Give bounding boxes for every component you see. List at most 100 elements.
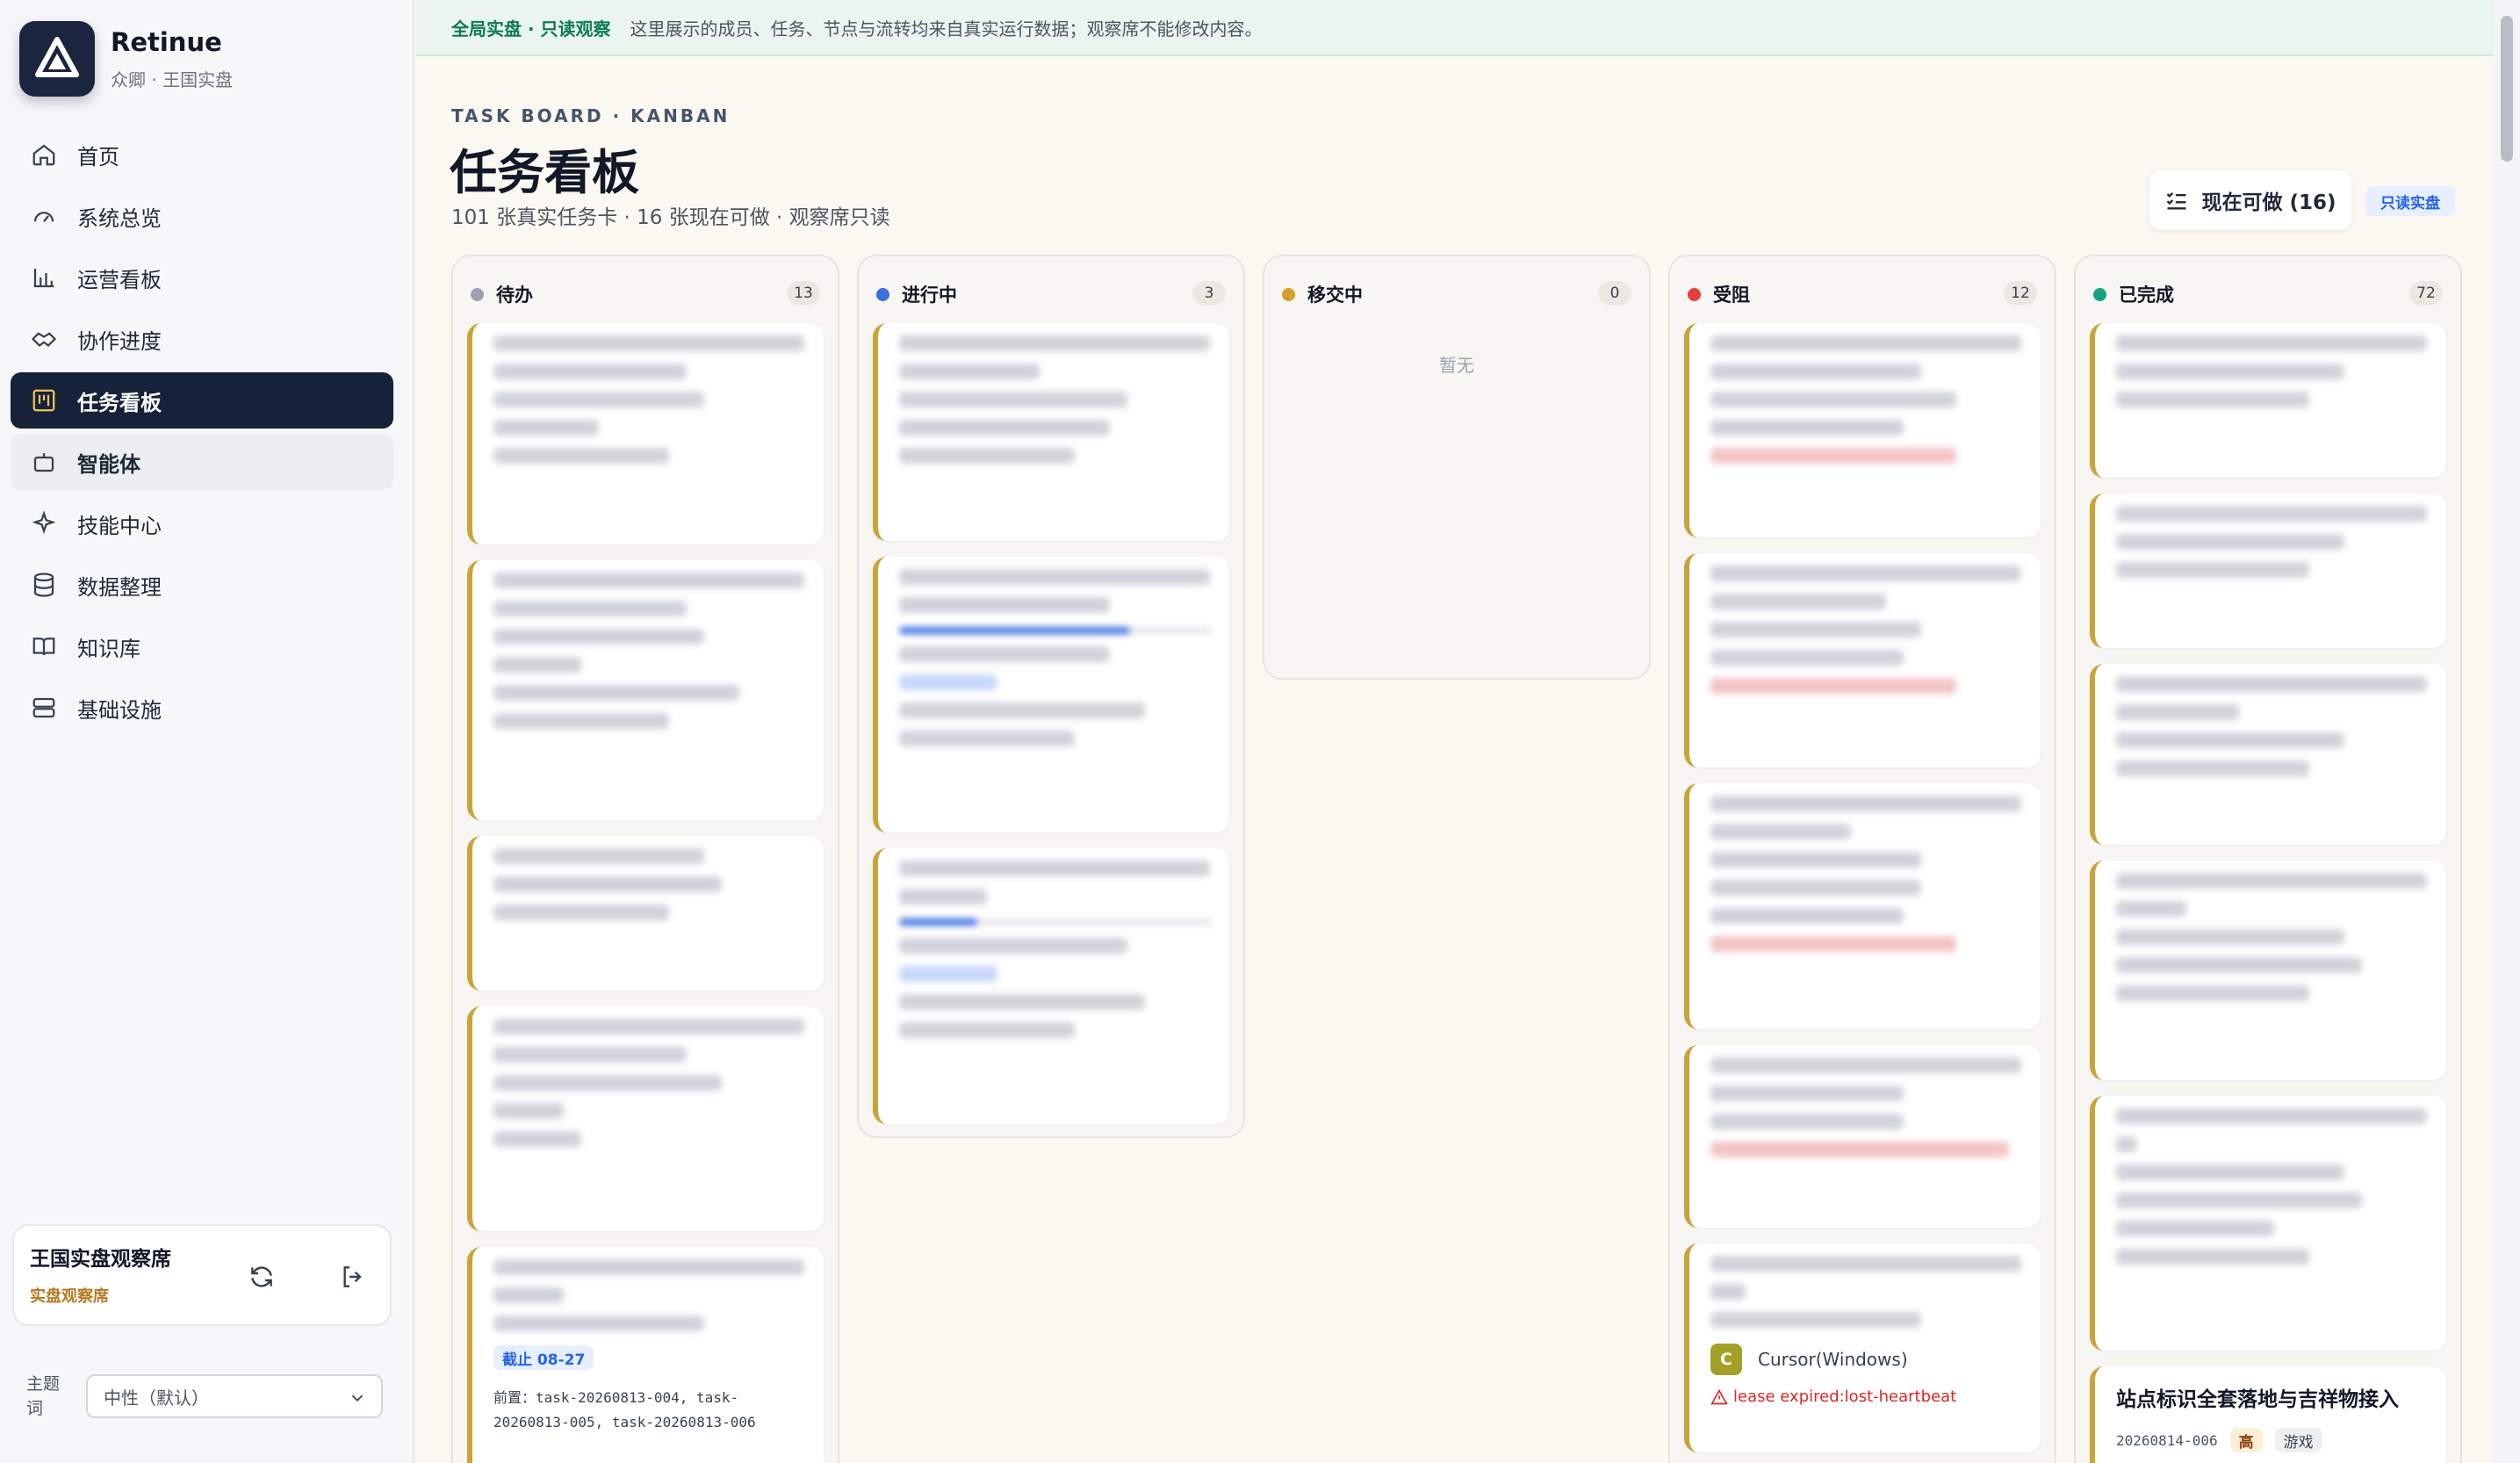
server-icon xyxy=(28,692,60,724)
nav-item-skills[interactable]: 技能中心 xyxy=(11,495,393,551)
blurred-card-content xyxy=(472,1259,824,1331)
task-card[interactable] xyxy=(467,836,824,991)
nav-item-infra[interactable]: 基础设施 xyxy=(11,680,393,736)
empty-state: 暂无 xyxy=(1439,355,1474,376)
database-icon xyxy=(28,569,60,601)
nav-item-home[interactable]: 首页 xyxy=(11,126,393,183)
can-do-now-button[interactable]: 现在可做 (16) xyxy=(2149,170,2351,230)
status-dot xyxy=(876,287,889,301)
brand[interactable]: Retinue 众卿 · 王国实盘 xyxy=(19,21,233,97)
due-date-badge: 截止 08-27 xyxy=(493,1345,594,1370)
column-todo: 待办 13 截止 08-27 前置：task-20260813-004, tas… xyxy=(451,255,839,1463)
blurred-card-content xyxy=(1689,796,2041,952)
nav-label: 首页 xyxy=(77,144,119,169)
logout-button[interactable] xyxy=(335,1259,371,1294)
sparkles-icon xyxy=(28,508,60,539)
column-title: 受阻 xyxy=(1713,285,1750,306)
theme-row: 主题词 中性（默认） xyxy=(26,1372,383,1421)
blurred-card-content xyxy=(878,569,1229,746)
scrollbar-thumb[interactable] xyxy=(2501,16,2513,162)
readonly-banner: 全局实盘 · 只读观察 这里展示的成员、任务、节点与流转均来自真实运行数据；观察… xyxy=(416,0,2499,56)
brand-name: Retinue xyxy=(111,26,222,57)
page-title: 任务看板 xyxy=(450,145,639,200)
warning-text: lease expired:lost-heartbeat xyxy=(1733,1387,1957,1406)
observer-card: 王国实盘观察席 实盘观察席 xyxy=(12,1224,392,1326)
nav-item-agents[interactable]: 智能体 xyxy=(11,434,393,490)
nav-label: 系统总览 xyxy=(77,205,162,231)
retinue-logo-icon xyxy=(19,21,95,97)
column-count: 13 xyxy=(787,281,820,306)
readonly-badge: 只读实盘 xyxy=(2365,186,2455,216)
column-in-progress: 进行中 3 xyxy=(857,255,1245,1138)
observer-title: 王国实盘观察席 xyxy=(30,1248,171,1271)
task-card[interactable] xyxy=(1684,323,2041,537)
blurred-card-content xyxy=(2095,335,2446,407)
theme-select[interactable]: 中性（默认） xyxy=(86,1374,383,1418)
task-card[interactable] xyxy=(467,560,824,820)
status-dot xyxy=(1688,287,1701,301)
bot-icon xyxy=(28,446,60,478)
blurred-card-content xyxy=(1689,335,2041,464)
column-done: 已完成 72 站点标识全套落地与吉祥物接入 20260814-006 高 游戏 xyxy=(2074,255,2462,1463)
bar-chart-icon xyxy=(28,262,60,293)
priority-badge: 高 xyxy=(2229,1428,2263,1452)
task-card[interactable] xyxy=(2090,1096,2446,1351)
column-blocked: 受阻 12 C Cursor(Windows) lease expired:lo… xyxy=(1668,255,2056,1463)
column-count: 72 xyxy=(2409,281,2443,306)
observer-subtitle: 实盘观察席 xyxy=(30,1287,109,1306)
nav-item-ops-board[interactable]: 运营看板 xyxy=(11,249,393,306)
refresh-button[interactable] xyxy=(244,1259,279,1294)
task-card[interactable] xyxy=(2090,323,2446,478)
column-count: 12 xyxy=(2004,281,2037,306)
task-card[interactable] xyxy=(467,323,824,544)
task-card[interactable] xyxy=(2090,861,2446,1080)
page-scrollbar[interactable] xyxy=(2494,0,2520,1463)
nav-item-knowledge[interactable]: 知识库 xyxy=(11,618,393,674)
nav-item-task-board[interactable]: 任务看板 xyxy=(11,372,393,429)
task-card[interactable] xyxy=(2090,664,2446,845)
task-card[interactable] xyxy=(2090,494,2446,648)
column-count: 0 xyxy=(1598,281,1631,306)
task-card[interactable]: 截止 08-27 前置：task-20260813-004, task-2026… xyxy=(467,1247,824,1463)
blurred-card-content xyxy=(878,861,1229,1038)
blurred-card-content xyxy=(1689,1057,2041,1157)
column-header: 已完成 72 xyxy=(2076,256,2460,332)
nav-item-overview[interactable]: 系统总览 xyxy=(11,188,393,244)
kanban-icon xyxy=(28,385,60,416)
assignee-name: Cursor(Windows) xyxy=(1758,1349,1908,1370)
task-card[interactable] xyxy=(1684,553,2041,768)
blurred-card-content xyxy=(472,335,824,464)
blurred-card-content xyxy=(878,335,1229,464)
nav-item-data[interactable]: 数据整理 xyxy=(11,557,393,613)
task-card[interactable] xyxy=(467,1006,824,1231)
list-check-icon xyxy=(2164,188,2189,213)
card-assignee: C Cursor(Windows) xyxy=(1710,1344,2041,1375)
task-card[interactable] xyxy=(1684,783,2041,1029)
blurred-card-content xyxy=(2095,506,2446,578)
column-title: 进行中 xyxy=(902,285,957,306)
task-card[interactable] xyxy=(873,557,1229,832)
main-nav: 首页 系统总览 运营看板 协作进度 任务看板 智能体 技能中心 数据整理 知识库… xyxy=(11,126,393,741)
column-count: 3 xyxy=(1192,281,1226,306)
gauge-icon xyxy=(28,200,60,232)
column-header: 进行中 3 xyxy=(859,256,1243,332)
dependency-text: 前置：task-20260813-004, task-20260813-005,… xyxy=(493,1389,756,1431)
home-icon xyxy=(28,139,60,170)
nav-label: 基础设施 xyxy=(77,697,162,723)
task-card[interactable]: C Cursor(Windows) lease expired:lost-hea… xyxy=(1684,1243,2041,1452)
task-card[interactable] xyxy=(873,323,1229,541)
task-card[interactable] xyxy=(1684,1045,2041,1228)
task-card[interactable] xyxy=(873,848,1229,1124)
card-meta: 截止 08-27 xyxy=(493,1345,824,1370)
book-icon xyxy=(28,631,60,662)
column-header: 移交中 0 xyxy=(1264,256,1649,332)
blurred-card-content xyxy=(2095,1108,2446,1265)
blurred-card-content xyxy=(1689,566,2041,694)
theme-label: 主题词 xyxy=(26,1374,61,1418)
nav-label: 任务看板 xyxy=(77,390,162,415)
column-handoff: 移交中 0 暂无 xyxy=(1263,255,1651,680)
nav-item-collab[interactable]: 协作进度 xyxy=(11,311,393,367)
task-card[interactable]: 站点标识全套落地与吉祥物接入 20260814-006 高 游戏 xyxy=(2090,1366,2446,1463)
blurred-card-content xyxy=(2095,676,2446,776)
blurred-card-content xyxy=(472,848,824,920)
